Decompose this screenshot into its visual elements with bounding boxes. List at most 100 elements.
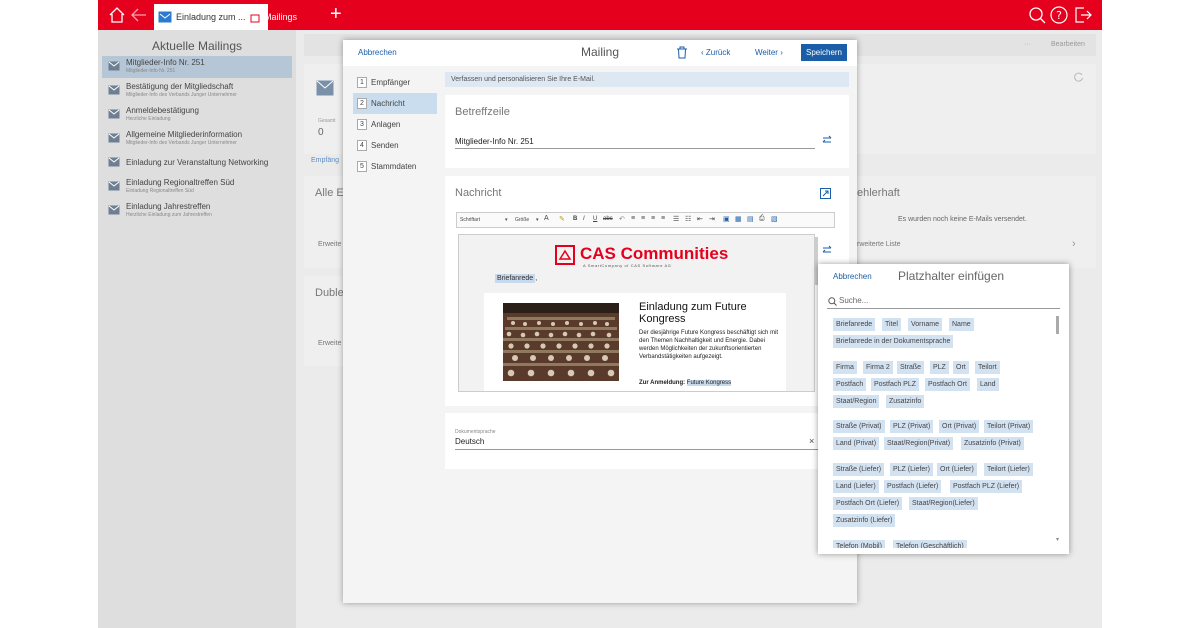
bullet-list-icon[interactable]: ☰ — [673, 215, 679, 223]
step-senden[interactable]: 4 Senden — [353, 135, 437, 156]
size-select[interactable]: Größe — [515, 217, 529, 223]
placeholder-chip[interactable]: Vorname — [908, 318, 943, 331]
italic-icon[interactable]: I — [583, 216, 585, 222]
insert-placeholder-icon[interactable] — [822, 245, 834, 255]
cancel-button[interactable]: Abbrechen — [358, 48, 397, 57]
logout-icon[interactable] — [1074, 6, 1092, 24]
placeholder-chip[interactable]: Postfach Ort (Liefer) — [833, 497, 903, 510]
placeholder-chip[interactable]: Zusatzinfo (Liefer) — [833, 514, 896, 527]
placeholder-chip[interactable]: Land — [977, 378, 999, 391]
search-icon[interactable] — [1028, 6, 1046, 24]
dropdown-icon[interactable]: ▾ — [536, 217, 539, 223]
placeholder-chip[interactable]: Postfach — [833, 378, 867, 391]
placeholder-chip[interactable]: Teilort — [975, 361, 1000, 374]
list-item[interactable]: Anmeldebestätigung Herzliche Einladung — [102, 104, 292, 126]
add-tab-icon[interactable]: + — [330, 4, 342, 24]
home-icon[interactable] — [108, 6, 126, 24]
source-icon[interactable]: ▧ — [771, 215, 778, 223]
list-item[interactable]: Mitglieder-Info Nr. 251 Mitglieder-Info … — [102, 56, 292, 78]
more-dots[interactable]: ··· — [1024, 41, 1031, 48]
subject-input[interactable]: Mitglieder-Info Nr. 251 — [455, 137, 534, 146]
tab-mailings[interactable]: Mailings — [240, 4, 303, 30]
register-link[interactable]: Future Kongress — [686, 380, 732, 386]
extended-list-link[interactable]: Erweite — [318, 340, 341, 347]
step-anlagen[interactable]: 3 Anlagen — [353, 114, 437, 135]
bold-icon[interactable]: B — [573, 216, 577, 222]
back-button[interactable]: ‹ Zurück — [701, 48, 730, 57]
list-item[interactable]: Allgemeine Mitgliederinformation Mitglie… — [102, 128, 292, 150]
image-icon[interactable]: ▣ — [723, 215, 730, 223]
placeholder-chip[interactable]: Ort — [953, 361, 969, 374]
placeholder-chip[interactable]: Zusatzinfo (Privat) — [961, 437, 1024, 450]
placeholder-chip[interactable]: Telefon (Mobil) — [833, 540, 885, 548]
placeholder-chip[interactable]: Ort (Liefer) — [937, 463, 977, 476]
step-nachricht[interactable]: 2 Nachricht — [353, 93, 437, 114]
extended-list-link[interactable]: Erweite — [318, 241, 341, 248]
font-select[interactable]: Schriftart — [460, 217, 480, 223]
list-item[interactable]: Bestätigung der Mitgliedschaft Mitgliede… — [102, 80, 292, 102]
placeholder-chip[interactable]: PLZ — [930, 361, 949, 374]
placeholder-chip[interactable]: Staat/Region(Privat) — [884, 437, 954, 450]
placeholder-chip[interactable]: Briefanrede — [833, 318, 876, 331]
placeholder-chip[interactable]: Straße (Privat) — [833, 420, 885, 433]
placeholder-chip[interactable]: Postfach Ort — [925, 378, 970, 391]
print-icon[interactable]: ⎙ — [759, 215, 765, 223]
placeholder-chip[interactable]: Land (Privat) — [833, 437, 880, 450]
placeholder-chip[interactable]: Land (Liefer) — [833, 480, 879, 493]
step-empfaenger[interactable]: 1 Empfänger — [353, 72, 437, 93]
salutation-placeholder[interactable]: Briefanrede — [495, 274, 536, 283]
justify-icon[interactable]: ≡ — [661, 215, 665, 222]
tab-empfaenger[interactable]: Empfäng — [311, 157, 339, 164]
placeholder-chip[interactable]: PLZ (Liefer) — [890, 463, 933, 476]
clear-icon[interactable]: × — [809, 436, 814, 446]
placeholder-chip[interactable]: Teilort (Liefer) — [984, 463, 1033, 476]
placeholder-scrollbar[interactable] — [1056, 316, 1059, 334]
placeholder-chip[interactable]: Staat/Region(Liefer) — [909, 497, 978, 510]
placeholder-chip[interactable]: Zusatzinfo — [886, 395, 925, 408]
placeholder-chip[interactable]: Teilort (Privat) — [984, 420, 1034, 433]
edit-button[interactable]: Bearbeiten — [1051, 41, 1085, 48]
numbered-list-icon[interactable]: ☷ — [685, 215, 691, 223]
font-color-icon[interactable]: A — [544, 215, 549, 222]
list-item[interactable]: Einladung Regionaltreffen Süd Einladung … — [102, 176, 292, 198]
doc-lang-select[interactable]: Deutsch — [455, 437, 484, 446]
align-right-icon[interactable]: ≡ — [651, 215, 655, 222]
outdent-icon[interactable]: ⇤ — [697, 215, 703, 223]
placeholder-chip[interactable]: Straße — [897, 361, 925, 374]
placeholder-search-input[interactable]: Suche... — [827, 296, 1060, 309]
link-icon[interactable]: ▤ — [747, 215, 754, 223]
indent-icon[interactable]: ⇥ — [709, 215, 715, 223]
undo-icon[interactable]: ↶ — [619, 215, 625, 223]
table-icon[interactable]: ▦ — [735, 215, 742, 223]
placeholder-chip[interactable]: PLZ (Privat) — [890, 420, 934, 433]
list-item[interactable]: Einladung zur Veranstaltung Networking — [102, 152, 292, 174]
placeholder-cancel-button[interactable]: Abbrechen — [833, 272, 872, 281]
placeholder-chip[interactable]: Postfach PLZ — [871, 378, 920, 391]
placeholder-chip[interactable]: Telefon (Geschäftlich) — [893, 540, 967, 548]
highlight-icon[interactable]: ✎ — [559, 215, 565, 223]
email-editor[interactable]: CAS Communities A SmartCompany of CAS So… — [458, 234, 815, 392]
placeholder-chip[interactable]: Titel — [882, 318, 901, 331]
save-button[interactable]: Speichern — [801, 44, 847, 61]
extended-list-link[interactable]: rweiterte Liste — [857, 241, 901, 248]
placeholder-chip[interactable]: Ort (Privat) — [939, 420, 980, 433]
placeholder-chip[interactable]: Postfach (Liefer) — [884, 480, 942, 493]
align-left-icon[interactable]: ≡ — [631, 215, 635, 222]
list-item[interactable]: Einladung Jahrestreffen Herzliche Einlad… — [102, 200, 292, 222]
placeholder-chip[interactable]: Postfach PLZ (Liefer) — [950, 480, 1023, 493]
placeholder-chip[interactable]: Straße (Liefer) — [833, 463, 885, 476]
placeholder-chip[interactable]: Firma 2 — [863, 361, 893, 374]
insert-placeholder-icon[interactable] — [822, 135, 834, 145]
back-arrow-icon[interactable] — [130, 6, 148, 24]
refresh-icon[interactable] — [1074, 72, 1084, 82]
trash-icon[interactable] — [676, 46, 688, 59]
expand-icon[interactable] — [820, 188, 831, 199]
next-button[interactable]: Weiter › — [755, 48, 783, 57]
step-stammdaten[interactable]: 5 Stammdaten — [353, 156, 437, 177]
dropdown-icon[interactable]: ▾ — [505, 217, 508, 223]
chevron-right-icon[interactable]: › — [1072, 238, 1076, 250]
placeholder-chip[interactable]: Firma — [833, 361, 857, 374]
placeholder-chip[interactable]: Briefanrede in der Dokumentsprache — [833, 335, 954, 348]
placeholder-chip[interactable]: Staat/Region — [833, 395, 880, 408]
underline-icon[interactable]: U — [593, 216, 597, 222]
